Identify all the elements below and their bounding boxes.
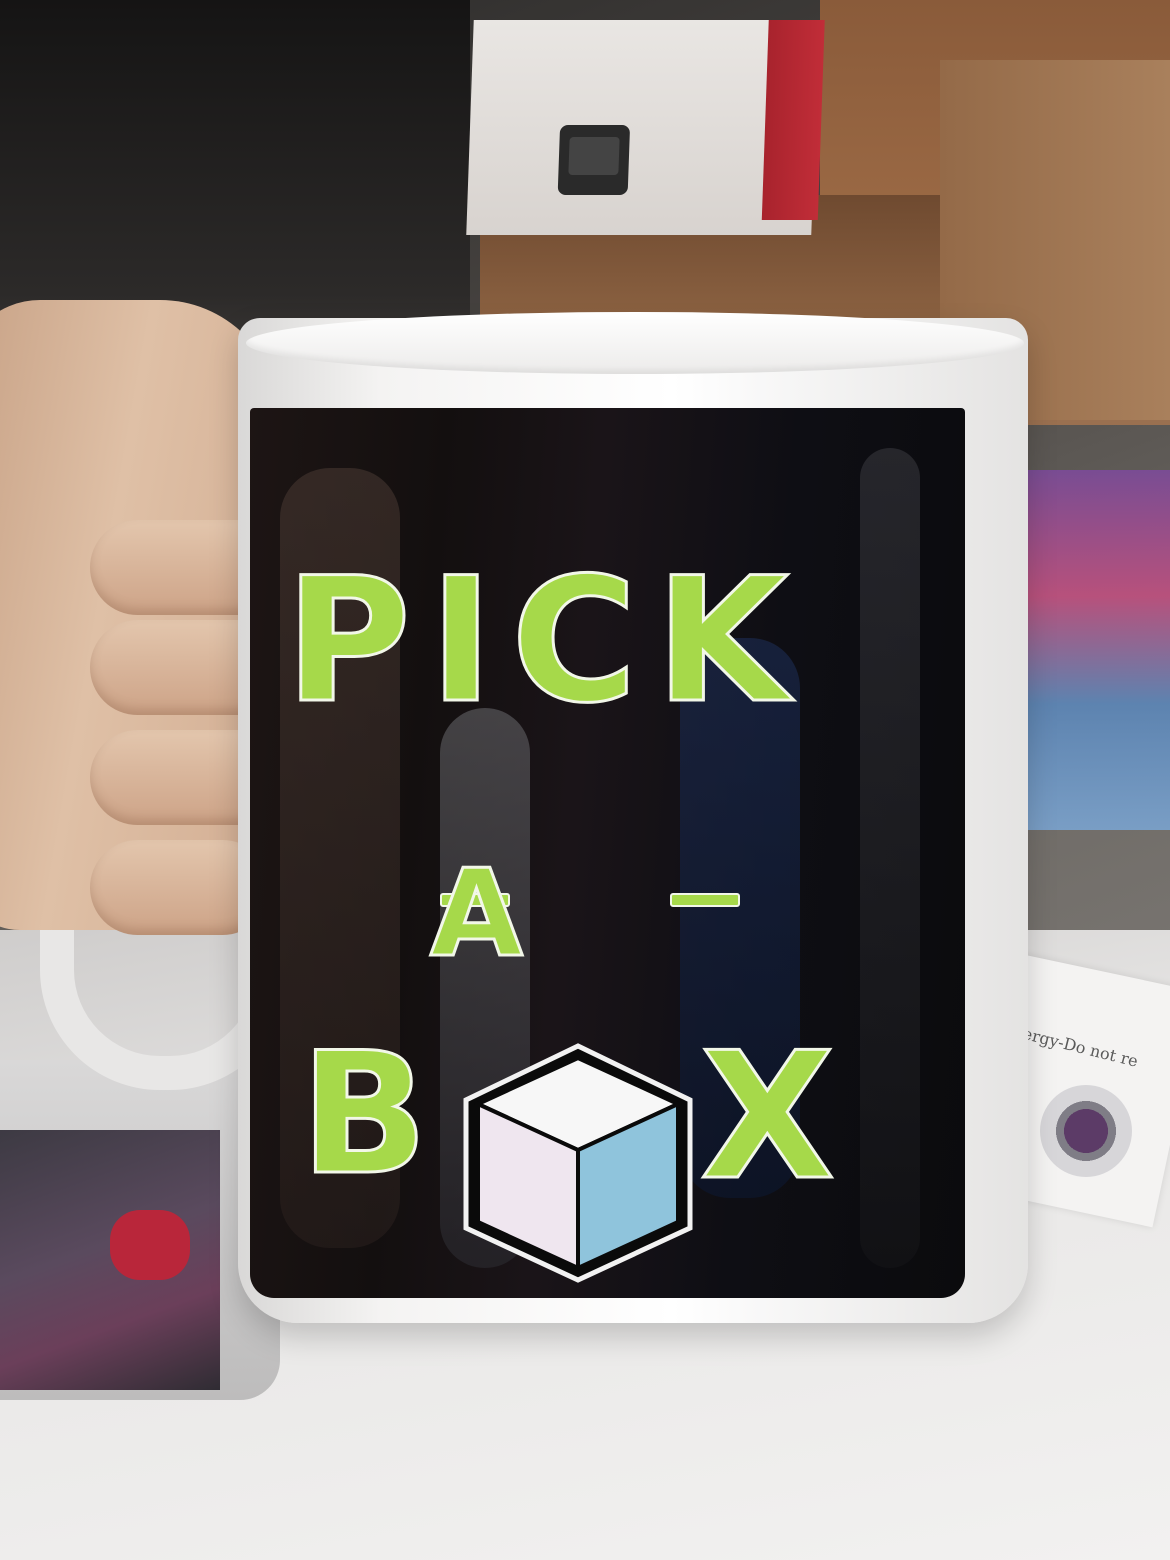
logo-letter-b: B xyxy=(298,1016,447,1212)
logo-letter-x: X xyxy=(699,1016,853,1219)
logo-word-pick: PICK xyxy=(284,540,807,741)
white-product-box xyxy=(466,20,825,235)
mug-rim xyxy=(246,312,1024,374)
logo-letter-a: A xyxy=(429,845,525,984)
paper-logo-icon xyxy=(1040,1085,1132,1177)
photo-scene: …ergy-Do not re PICK A B X xyxy=(0,0,1170,1560)
second-mug-red-shape xyxy=(110,1210,190,1280)
box-device-picture xyxy=(557,125,631,195)
red-box-strip xyxy=(761,20,825,220)
cube-icon xyxy=(463,1043,693,1283)
reflection xyxy=(860,448,920,1268)
logo-dash-right xyxy=(670,893,740,907)
